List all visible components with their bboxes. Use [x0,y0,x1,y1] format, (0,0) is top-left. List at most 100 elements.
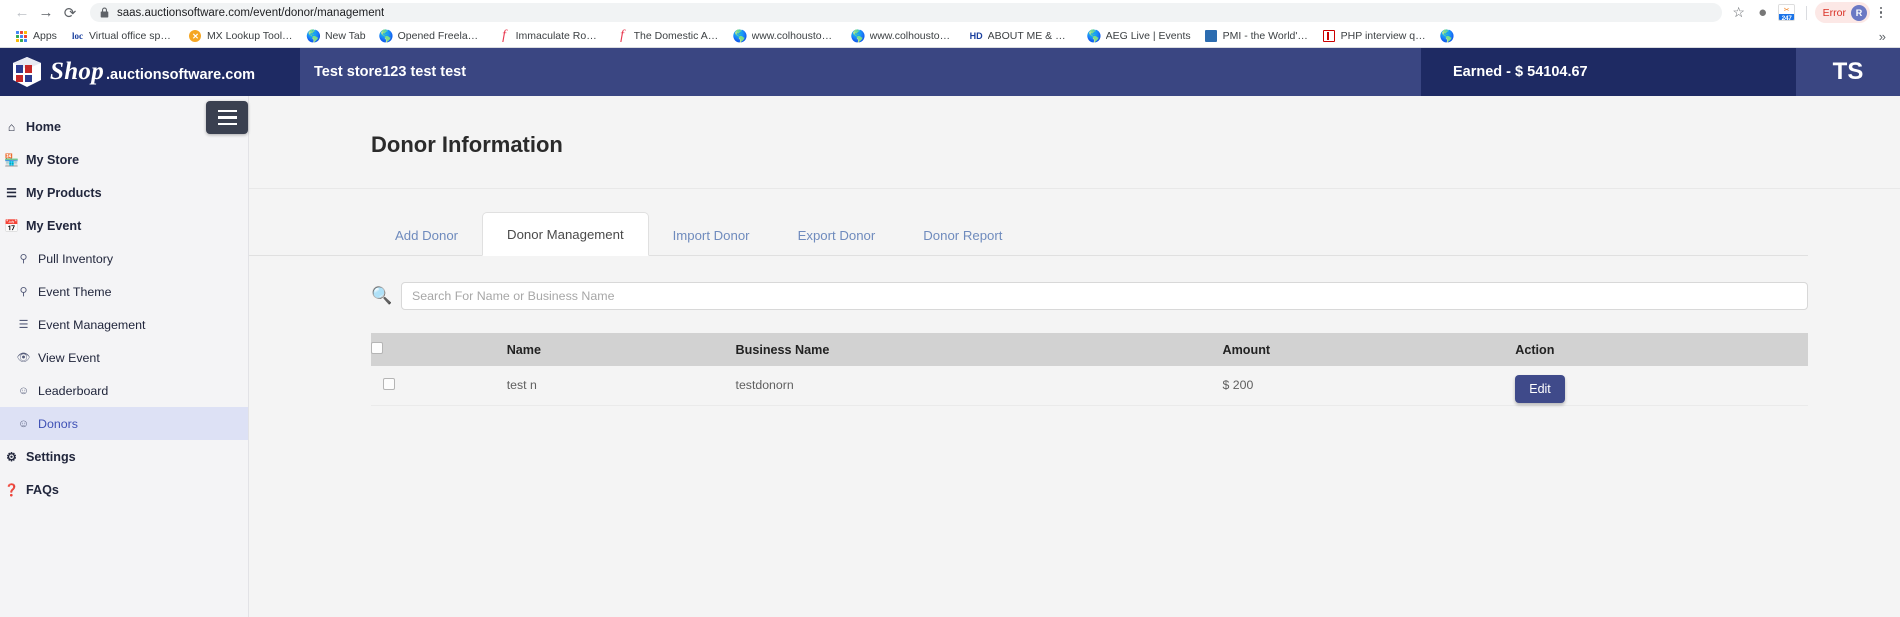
ext-247-top: ✂ [1779,5,1795,14]
address-bar[interactable]: saas.auctionsoftware.com/event/donor/man… [90,3,1722,22]
sidebar: ⌂ Home 🏪 My Store ☰ My Products 📅 My Eve… [0,96,249,617]
column-header-name[interactable]: Name [506,333,736,366]
tab-donor-management[interactable]: Donor Management [482,212,649,256]
kebab-menu-icon[interactable] [1872,6,1890,19]
profile-error-label: Error [1822,6,1846,19]
pin-icon: ⚲ [19,286,28,298]
sidebar-item-faqs[interactable]: ❓ FAQs [0,473,248,506]
bookmark-label: Apps [33,30,57,42]
sidebar-item-leaderboard[interactable]: ☺ Leaderboard [0,374,248,407]
sidebar-item-label: My Event [26,218,82,233]
bookmark-immaculate-roofing[interactable]: f Immaculate Roofing | [491,26,609,46]
sidebar-item-event-management[interactable]: ☰ Event Management [0,308,248,341]
bookmark-new-tab[interactable]: 🌎 New Tab [300,26,373,46]
sidebar-item-pull-inventory[interactable]: ⚲ Pull Inventory [0,242,248,275]
profile-chip[interactable]: Error R [1814,2,1870,23]
search-icon: 🔍 [371,286,393,305]
bookmark-label: MX Lookup Tool - C... [206,30,293,42]
donors-table: Name Business Name Amount Action test n … [371,333,1808,406]
tab-import-donor[interactable]: Import Donor [649,214,774,256]
extension-circle-icon[interactable]: ● [1752,2,1774,24]
edit-button[interactable]: Edit [1515,375,1565,404]
bookmark-label: The Domestic Agen... [633,30,720,42]
sidebar-item-my-store[interactable]: 🏪 My Store [0,143,248,176]
sidebar-item-label: Home [26,119,61,134]
omnibox-actions: ☆ ● ✂ 247 Error R [1728,2,1890,24]
table-row[interactable]: test n testdonorn $ 200 Edit [371,366,1808,406]
search-input[interactable] [401,282,1808,310]
bookmark-label: AEG Live | Events [1105,30,1191,42]
extension-247-icon[interactable]: ✂ 247 [1776,2,1798,24]
freelancer-f-icon: f [620,28,625,43]
bookmarks-overflow-button[interactable]: » [1873,29,1892,44]
bookmark-aeg-live[interactable]: 🌎 AEG Live | Events [1081,26,1198,46]
bookmark-colhouston-1[interactable]: 🌎 www.colhouston.or... [727,26,845,46]
bookmark-label: www.colhouston.or... [869,30,956,42]
app-header: Shop .auctionsoftware.com Test store123 … [0,48,1900,96]
bookmark-virtual-office[interactable]: loc Virtual office space... [64,26,182,46]
globe-icon: 🌎 [1086,29,1102,43]
php-icon [1323,30,1336,43]
omnibox-row: ← → ⟳ saas.auctionsoftware.com/event/don… [0,0,1900,25]
sidebar-item-label: Donors [38,416,78,431]
sidebar-item-view-event[interactable]: 👁 View Event [0,341,248,374]
cell-name: test n [506,366,736,406]
bookmark-domestic-agency[interactable]: f The Domestic Agen... [609,26,727,46]
logo-domain-text: .auctionsoftware.com [106,67,256,83]
application: Shop .auctionsoftware.com Test store123 … [0,48,1900,617]
select-all-checkbox[interactable] [371,342,383,354]
row-checkbox[interactable] [383,377,395,390]
store-icon: 🏪 [4,152,19,167]
table-header: Name Business Name Amount Action [371,333,1808,366]
pin-icon: ⚲ [19,253,28,265]
hamburger-menu-icon[interactable] [206,101,248,134]
reload-icon[interactable]: ⟳ [58,2,82,24]
bookmark-colhouston-2[interactable]: 🌎 www.colhouston.or... [845,26,963,46]
back-arrow-icon[interactable]: ← [10,2,34,24]
layers-icon: ☰ [6,185,17,200]
tab-donor-report[interactable]: Donor Report [899,214,1026,256]
bookmark-label: ABOUT ME & MY P... [987,30,1074,42]
user-initials-avatar[interactable]: TS [1796,48,1900,96]
earned-amount: Earned - $ 54104.67 [1421,48,1796,96]
tab-add-donor[interactable]: Add Donor [371,214,482,256]
sidebar-item-label: Event Management [38,317,146,332]
bookmark-mx-lookup[interactable]: ✕ MX Lookup Tool - C... [182,26,300,46]
bookmark-label: New Tab [324,30,366,42]
brand-logo[interactable]: Shop .auctionsoftware.com [0,48,300,96]
layers-icon: ☰ [18,319,29,331]
toolbar-divider [1805,5,1807,20]
sidebar-item-label: Settings [26,449,76,464]
logo-shop-text: Shop [50,58,105,85]
forward-arrow-icon[interactable]: → [34,2,58,24]
row-select-cell [371,366,507,406]
user-icon: ☺ [17,417,30,430]
sidebar-item-my-products[interactable]: ☰ My Products [0,176,248,209]
cell-business-name: testdonorn [735,366,1223,406]
bookmark-about-me[interactable]: HD ABOUT ME & MY P... [963,26,1081,46]
bookmark-label: Opened Freelance J... [397,30,484,42]
title-divider [249,188,1900,189]
cell-amount: $ 200 [1222,366,1516,406]
tab-bar: Add Donor Donor Management Import Donor … [249,211,1808,256]
globe-icon: 🌎 [305,29,321,43]
column-header-business-name[interactable]: Business Name [735,333,1223,366]
bookmark-unnamed[interactable]: 🌎 [1434,26,1466,46]
sidebar-item-donors[interactable]: ☺ Donors [0,407,248,440]
avatar: R [1851,4,1867,21]
bookmark-opened-freelance[interactable]: 🌎 Opened Freelance J... [373,26,491,46]
bookmark-apps[interactable]: Apps [8,26,64,46]
table-header-row: Name Business Name Amount Action [371,333,1808,366]
tab-export-donor[interactable]: Export Donor [774,214,900,256]
bookmark-php-interview[interactable]: PHP interview ques... [1316,26,1434,46]
apps-grid-icon [15,30,28,43]
bookmark-pmi[interactable]: PMI - the World's L... [1198,26,1316,46]
page-title: Donor Information [371,132,563,157]
app-body: ⌂ Home 🏪 My Store ☰ My Products 📅 My Eve… [0,96,1900,617]
sidebar-item-settings[interactable]: ⚙ Settings [0,440,248,473]
sidebar-item-event-theme[interactable]: ⚲ Event Theme [0,275,248,308]
sidebar-item-my-event[interactable]: 📅 My Event [0,209,248,242]
bookmark-star-icon[interactable]: ☆ [1728,2,1750,24]
column-header-amount[interactable]: Amount [1222,333,1516,366]
globe-icon: 🌎 [850,29,866,43]
